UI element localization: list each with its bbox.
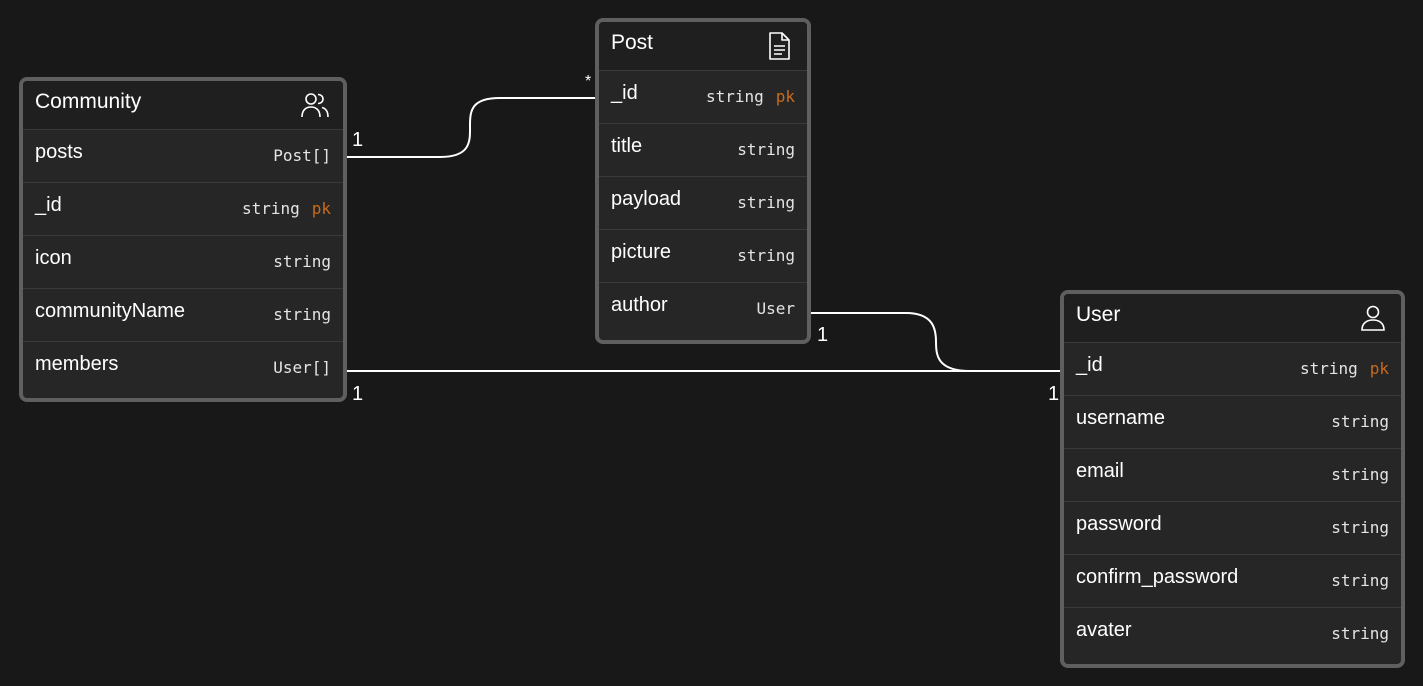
field-type: string pk [242, 199, 331, 218]
field-type: string [1331, 518, 1389, 537]
field-name: posts [35, 141, 83, 163]
field-type-text: string [241, 199, 300, 218]
diagram-canvas: 1 * 1 1 1 * Community posts Post[] _id s… [0, 0, 1423, 686]
entity-header[interactable]: Post [599, 22, 807, 71]
relation-post-author-user-id [802, 312, 1069, 372]
field-type: string pk [1300, 359, 1389, 378]
entity-title: User [1076, 303, 1121, 326]
field-name: picture [611, 241, 672, 263]
field-name: communityName [35, 300, 186, 322]
field-type: string [1331, 571, 1389, 590]
entity-header[interactable]: Community [23, 81, 343, 130]
cardinality-post-id: * [585, 73, 592, 90]
field-type: string [1331, 624, 1389, 643]
field-type-text: string [1299, 359, 1358, 378]
cardinality-post-author: 1 [817, 324, 829, 346]
field-row-members[interactable]: members User[] [23, 342, 343, 395]
field-row-email[interactable]: email string [1064, 449, 1401, 502]
user-icon [1357, 302, 1389, 334]
field-name: icon [35, 247, 72, 269]
field-row-payload[interactable]: payload string [599, 177, 807, 230]
entity-post[interactable]: Post _id string pk title string payload s… [595, 18, 811, 344]
field-row-communityname[interactable]: communityName string [23, 289, 343, 342]
field-row-avater[interactable]: avater string [1064, 608, 1401, 661]
relation-community-posts-post-id [343, 97, 604, 158]
field-row-id[interactable]: _id string pk [599, 71, 807, 124]
field-row-author[interactable]: author User [599, 283, 807, 336]
field-name: _id [35, 194, 62, 216]
field-name: username [1076, 407, 1165, 429]
field-type: string pk [706, 87, 795, 106]
field-row-icon[interactable]: icon string [23, 236, 343, 289]
users-icon [299, 89, 331, 121]
document-icon [763, 30, 795, 62]
entity-title: Community [35, 90, 142, 113]
field-name: _id [611, 82, 638, 104]
field-type: string [737, 140, 795, 159]
field-row-picture[interactable]: picture string [599, 230, 807, 283]
field-row-password[interactable]: password string [1064, 502, 1401, 555]
field-type: string [1331, 465, 1389, 484]
field-type: User[] [273, 358, 331, 377]
field-name: confirm_password [1076, 566, 1239, 588]
field-row-title[interactable]: title string [599, 124, 807, 177]
cardinality-community-members: 1 [352, 383, 364, 405]
primary-key-badge: pk [775, 87, 795, 106]
field-name: title [611, 135, 643, 157]
cardinality-community-posts: 1 [352, 129, 364, 151]
field-name: avater [1076, 619, 1132, 641]
primary-key-badge: pk [311, 199, 331, 218]
field-type: string [737, 246, 795, 265]
entity-user[interactable]: User _id string pk username string email … [1060, 290, 1405, 668]
primary-key-badge: pk [1369, 359, 1389, 378]
field-name: payload [611, 188, 682, 210]
field-type: string [273, 252, 331, 271]
entity-header[interactable]: User [1064, 294, 1401, 343]
field-name: password [1076, 513, 1162, 535]
entity-title: Post [611, 31, 654, 54]
cardinality-user-id-members: 1 [1048, 383, 1060, 405]
field-type-text: string [705, 87, 764, 106]
field-name: email [1076, 460, 1124, 482]
field-name: _id [1076, 354, 1103, 376]
field-row-posts[interactable]: posts Post[] [23, 130, 343, 183]
entity-community[interactable]: Community posts Post[] _id string pk icon… [19, 77, 347, 402]
field-name: author [611, 294, 668, 316]
field-row-username[interactable]: username string [1064, 396, 1401, 449]
field-type: string [1331, 412, 1389, 431]
field-row-id[interactable]: _id string pk [23, 183, 343, 236]
field-row-id[interactable]: _id string pk [1064, 343, 1401, 396]
field-type: Post[] [273, 146, 331, 165]
field-name: members [35, 353, 119, 375]
field-type: User [756, 299, 795, 318]
field-row-confirm-password[interactable]: confirm_password string [1064, 555, 1401, 608]
field-type: string [737, 193, 795, 212]
field-type: string [273, 305, 331, 324]
